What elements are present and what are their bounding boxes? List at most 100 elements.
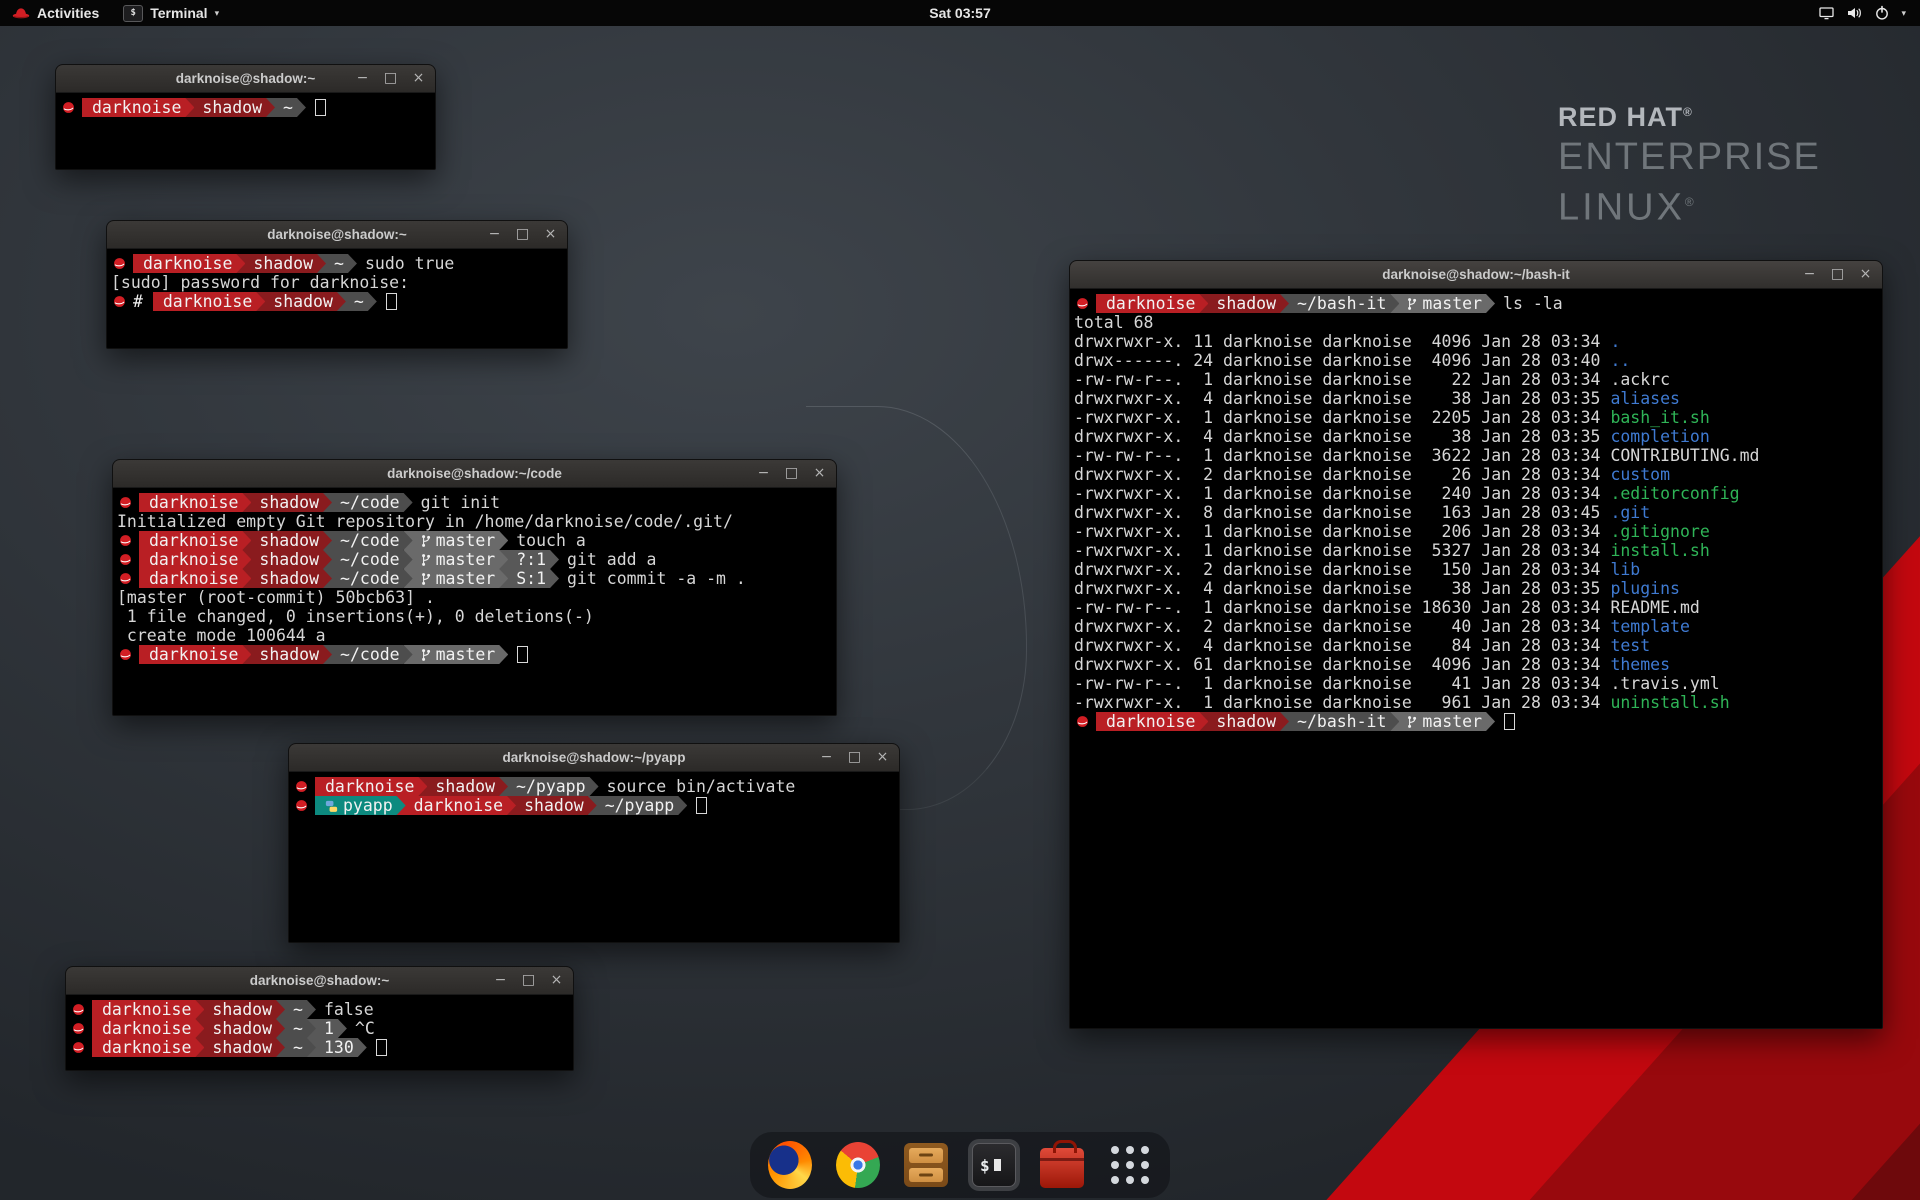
close-button[interactable]: × bbox=[549, 967, 564, 994]
terminal-line: 1 file changed, 0 insertions(+), 0 delet… bbox=[117, 607, 832, 626]
terminal-line: drwx------. 24 darknoise darknoise 4096 … bbox=[1074, 351, 1878, 370]
output-text: -rwxrwxr-x. 1 darknoise darknoise 240 Ja… bbox=[1074, 484, 1610, 503]
terminal-line: darknoiseshadow~/codegit init bbox=[117, 493, 832, 512]
dock-toolbox[interactable] bbox=[1036, 1139, 1088, 1191]
dock-chrome[interactable] bbox=[832, 1139, 884, 1191]
maximize-button[interactable]: □ bbox=[515, 221, 530, 248]
minimize-button[interactable]: − bbox=[819, 744, 834, 771]
prompt-segment-host: shadow bbox=[242, 645, 332, 664]
minimize-button[interactable]: − bbox=[493, 967, 508, 994]
toolbox-icon bbox=[1040, 1148, 1084, 1188]
app-menu[interactable]: $ Terminal ▾ bbox=[111, 0, 231, 26]
dock-terminal[interactable]: $ bbox=[968, 1139, 1020, 1191]
redhat-icon bbox=[119, 553, 132, 566]
output-text: drwxrwxr-x. 4 darknoise darknoise 84 Jan… bbox=[1074, 636, 1610, 655]
maximize-button[interactable]: □ bbox=[1830, 261, 1845, 288]
output-text: lib bbox=[1610, 560, 1640, 579]
close-button[interactable]: × bbox=[875, 744, 890, 771]
terminal-content[interactable]: darknoiseshadow~ bbox=[56, 93, 435, 169]
chevron-down-icon: ▾ bbox=[215, 8, 220, 19]
system-menu[interactable]: ▾ bbox=[1808, 0, 1916, 26]
close-button[interactable]: × bbox=[411, 65, 426, 92]
terminal-content[interactable]: darknoiseshadow~/codegit initInitialized… bbox=[113, 488, 836, 715]
prompt-segment-scm: master bbox=[1390, 712, 1495, 731]
terminal-line: drwxrwxr-x. 2 darknoise darknoise 150 Ja… bbox=[1074, 560, 1878, 579]
output-text: drwxrwxr-x. 4 darknoise darknoise 38 Jan… bbox=[1074, 427, 1610, 446]
minimize-button[interactable]: − bbox=[756, 460, 771, 487]
output-text: install.sh bbox=[1610, 541, 1709, 560]
prompt-segment-user: darknoise bbox=[92, 1000, 204, 1019]
clock[interactable]: Sat 03:57 bbox=[929, 5, 990, 21]
prompt-segment-host: shadow bbox=[185, 98, 275, 117]
maximize-button[interactable]: □ bbox=[784, 460, 799, 487]
prompt-segment-user: darknoise bbox=[1096, 712, 1208, 731]
output-text: -rw-rw-r--. 1 darknoise darknoise 18630 … bbox=[1074, 598, 1610, 617]
redhat-icon bbox=[113, 295, 126, 308]
prompt-segment-user: darknoise bbox=[139, 645, 251, 664]
output-text: drwxrwxr-x. 11 darknoise darknoise 4096 … bbox=[1074, 332, 1610, 351]
output-text: README.md bbox=[1610, 598, 1699, 617]
terminal-window: darknoise@shadow:~−□×darknoiseshadow~ bbox=[55, 64, 436, 170]
command-text: git init bbox=[421, 493, 500, 512]
output-text: drwxrwxr-x. 8 darknoise darknoise 163 Ja… bbox=[1074, 503, 1610, 522]
dock-firefox[interactable] bbox=[764, 1139, 816, 1191]
prompt-segment-path: ~/pyapp bbox=[499, 777, 599, 796]
prompt-segment-path: ~/code bbox=[323, 645, 413, 664]
prompt-segment-host: shadow bbox=[195, 1019, 285, 1038]
terminal-content[interactable]: darknoiseshadow~sudo true[sudo] password… bbox=[107, 249, 567, 348]
window-titlebar[interactable]: darknoise@shadow:~/code−□× bbox=[113, 460, 836, 488]
output-text: create mode 100644 a bbox=[117, 626, 326, 645]
minimize-button[interactable]: − bbox=[1802, 261, 1817, 288]
power-icon bbox=[1874, 5, 1890, 21]
terminal-line: -rw-rw-r--. 1 darknoise darknoise 41 Jan… bbox=[1074, 674, 1878, 693]
redhat-icon bbox=[119, 648, 132, 661]
close-button[interactable]: × bbox=[543, 221, 558, 248]
window-titlebar[interactable]: darknoise@shadow:~−□× bbox=[66, 967, 573, 995]
output-text: -rw-rw-r--. 1 darknoise darknoise 3622 J… bbox=[1074, 446, 1610, 465]
prompt-segment-user: darknoise bbox=[1096, 294, 1208, 313]
terminal-line: create mode 100644 a bbox=[117, 626, 832, 645]
window-titlebar[interactable]: darknoise@shadow:~−□× bbox=[56, 65, 435, 93]
prompt-segment-host: shadow bbox=[507, 796, 597, 815]
firefox-icon bbox=[768, 1141, 812, 1189]
terminal-line: pyappdarknoiseshadow~/pyapp bbox=[293, 796, 895, 815]
terminal-line: darknoiseshadow~ bbox=[60, 98, 431, 117]
maximize-button[interactable]: □ bbox=[383, 65, 398, 92]
output-text: plugins bbox=[1610, 579, 1680, 598]
terminal-line: darknoiseshadow~130 bbox=[70, 1038, 569, 1057]
window-titlebar[interactable]: darknoise@shadow:~/pyapp−□× bbox=[289, 744, 899, 772]
display-icon bbox=[1818, 5, 1835, 21]
maximize-button[interactable]: □ bbox=[521, 967, 536, 994]
activities-button[interactable]: Activities bbox=[0, 0, 111, 26]
output-text: uninstall.sh bbox=[1610, 693, 1729, 712]
minimize-button[interactable]: − bbox=[487, 221, 502, 248]
prompt-segment-scm: master bbox=[1390, 294, 1495, 313]
window-title: darknoise@shadow:~/bash-it bbox=[1382, 267, 1570, 282]
minimize-button[interactable]: − bbox=[355, 65, 370, 92]
output-text: .git bbox=[1610, 503, 1650, 522]
activities-label: Activities bbox=[37, 5, 99, 21]
dock-show-applications[interactable] bbox=[1104, 1139, 1156, 1191]
terminal-content[interactable]: darknoiseshadow~falsedarknoiseshadow~1^C… bbox=[66, 995, 573, 1070]
maximize-button[interactable]: □ bbox=[847, 744, 862, 771]
git-branch-icon bbox=[1407, 297, 1417, 311]
close-button[interactable]: × bbox=[1858, 261, 1873, 288]
command-text: ls -la bbox=[1503, 294, 1563, 313]
terminal-line: drwxrwxr-x. 4 darknoise darknoise 38 Jan… bbox=[1074, 427, 1878, 446]
window-titlebar[interactable]: darknoise@shadow:~/bash-it −□ × bbox=[1070, 261, 1882, 289]
window-titlebar[interactable]: darknoise@shadow:~−□× bbox=[107, 221, 567, 249]
output-text: themes bbox=[1610, 655, 1670, 674]
terminal-content[interactable]: darknoiseshadow~/bash-itmasterls -latota… bbox=[1070, 289, 1882, 1028]
terminal-line: darknoiseshadow~1^C bbox=[70, 1019, 569, 1038]
terminal-content[interactable]: darknoiseshadow~/pyappsource bin/activat… bbox=[289, 772, 899, 942]
dock-files[interactable] bbox=[900, 1139, 952, 1191]
terminal-window: darknoise@shadow:~/bash-it−□×darknoisesh… bbox=[1069, 260, 1883, 1029]
window-controls: −□ × bbox=[819, 744, 890, 771]
prompt-segment-host: shadow bbox=[256, 292, 346, 311]
close-button[interactable]: × bbox=[812, 460, 827, 487]
command-text: git commit -a -m . bbox=[567, 569, 746, 588]
terminal-line: -rwxrwxr-x. 1 darknoise darknoise 961 Ja… bbox=[1074, 693, 1878, 712]
prompt-segment-scm: master bbox=[404, 531, 509, 550]
terminal-line: Initialized empty Git repository in /hom… bbox=[117, 512, 832, 531]
prompt-segment-host: shadow bbox=[418, 777, 508, 796]
